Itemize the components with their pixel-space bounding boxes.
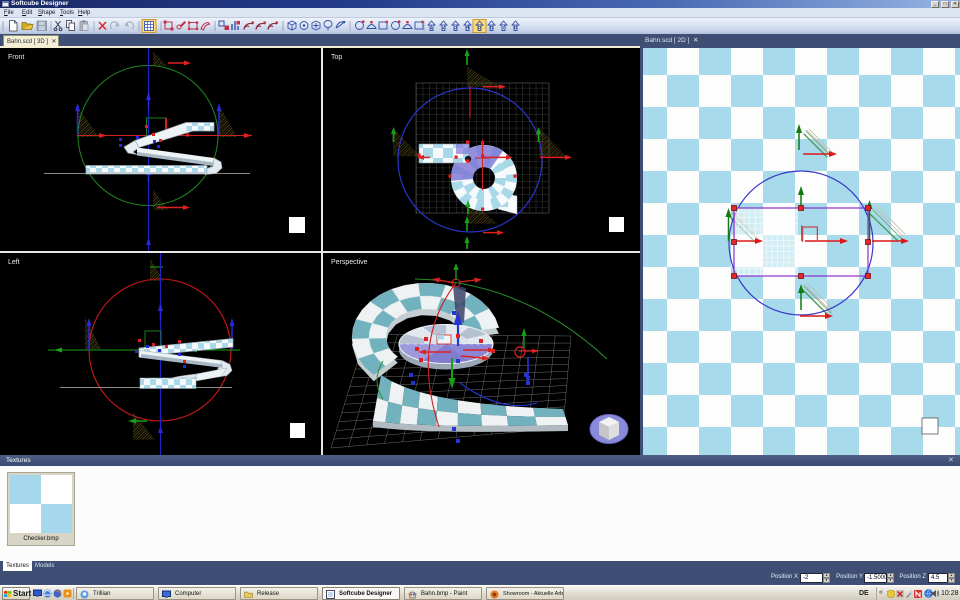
svg-text:Perspective: Perspective <box>331 259 368 266</box>
svg-text:Top: Top <box>331 54 342 61</box>
svg-text:Front: Front <box>8 54 24 61</box>
svg-text:Left: Left <box>8 259 20 266</box>
